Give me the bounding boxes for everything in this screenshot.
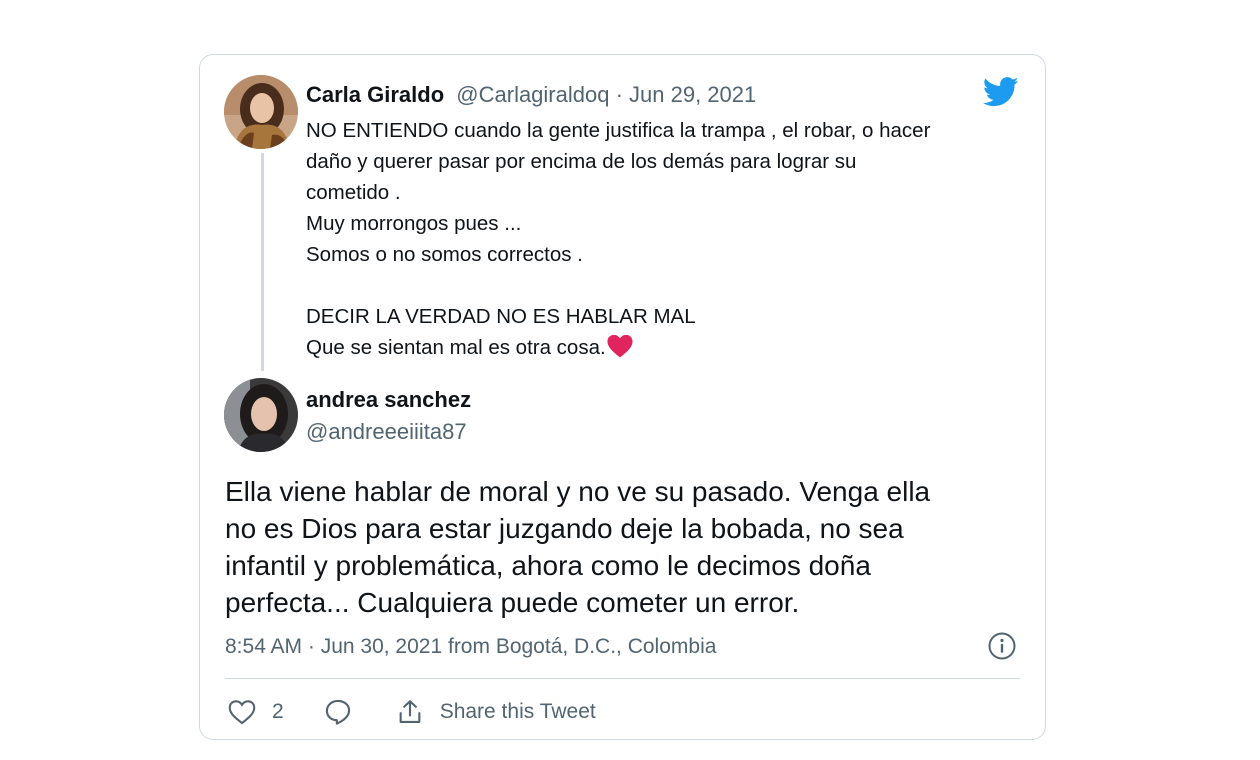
reply-author-handle[interactable]: @andreeeiiita87 [306,418,467,446]
avatar-image [224,75,298,149]
author-name[interactable]: Carla Giraldo [306,82,444,107]
text-line-last: Que se sientan mal es otra cosa. [306,332,1026,363]
tweet-actions: 2 Share this Tweet [228,695,596,729]
author-handle[interactable]: @Carlagiraldoq [456,82,609,107]
text-line: Ella viene hablar de moral y no ve su pa… [225,476,931,507]
embedded-tweet-card: Carla Giraldo @Carlagiraldoq · Jun 29, 2… [199,54,1046,740]
text-line: Muy morrongos pues ... [306,212,522,235]
like-button[interactable]: 2 [228,699,284,725]
share-icon [399,700,421,723]
twitter-bird-icon[interactable] [983,77,1019,107]
text-line: NO ENTIENDO cuando la gente justifica la… [306,119,931,142]
reply-button[interactable] [324,698,352,726]
quoted-tweet-header: Carla Giraldo @Carlagiraldoq · Jun 29, 2… [306,81,756,109]
text-line: perfecta... Cualquiera puede cometer un … [225,587,800,618]
text-line: cometido . [306,181,401,204]
reply-icon [325,699,350,725]
reply-author-name[interactable]: andrea sanchez [306,386,471,414]
tweet-text: Ella viene hablar de moral y no ve su pa… [225,473,1015,621]
text-line: Que se sientan mal es otra cosa. [306,336,606,359]
meta-separator: · [609,82,630,107]
heart-icon [228,700,256,725]
text-line: daño y querer pasar por encima de los de… [306,150,857,173]
avatar[interactable] [224,378,298,452]
text-line: DECIR LA VERDAD NO ES HABLAR MAL [306,305,696,328]
thread-connector [261,153,264,371]
text-line: no es Dios para estar juzgando deje la b… [225,513,904,544]
tweet-date[interactable]: Jun 29, 2021 [629,82,756,107]
text-line [306,270,1026,301]
avatar[interactable] [224,75,298,149]
divider [225,678,1020,679]
like-count: 2 [272,700,284,723]
share-button[interactable]: Share this Tweet [396,698,596,726]
text-line: infantil y problemática, ahora como le d… [225,550,871,581]
avatar-image [224,378,298,452]
text-line: Somos o no somos correctos . [306,243,583,266]
tweet-timestamp[interactable]: 8:54 AM · Jun 30, 2021 from Bogotá, D.C.… [225,633,716,661]
info-icon[interactable] [987,631,1017,661]
share-label: Share this Tweet [439,700,596,723]
red-heart-emoji-icon [607,334,633,358]
quoted-tweet-text: NO ENTIENDO cuando la gente justifica la… [306,115,1026,363]
